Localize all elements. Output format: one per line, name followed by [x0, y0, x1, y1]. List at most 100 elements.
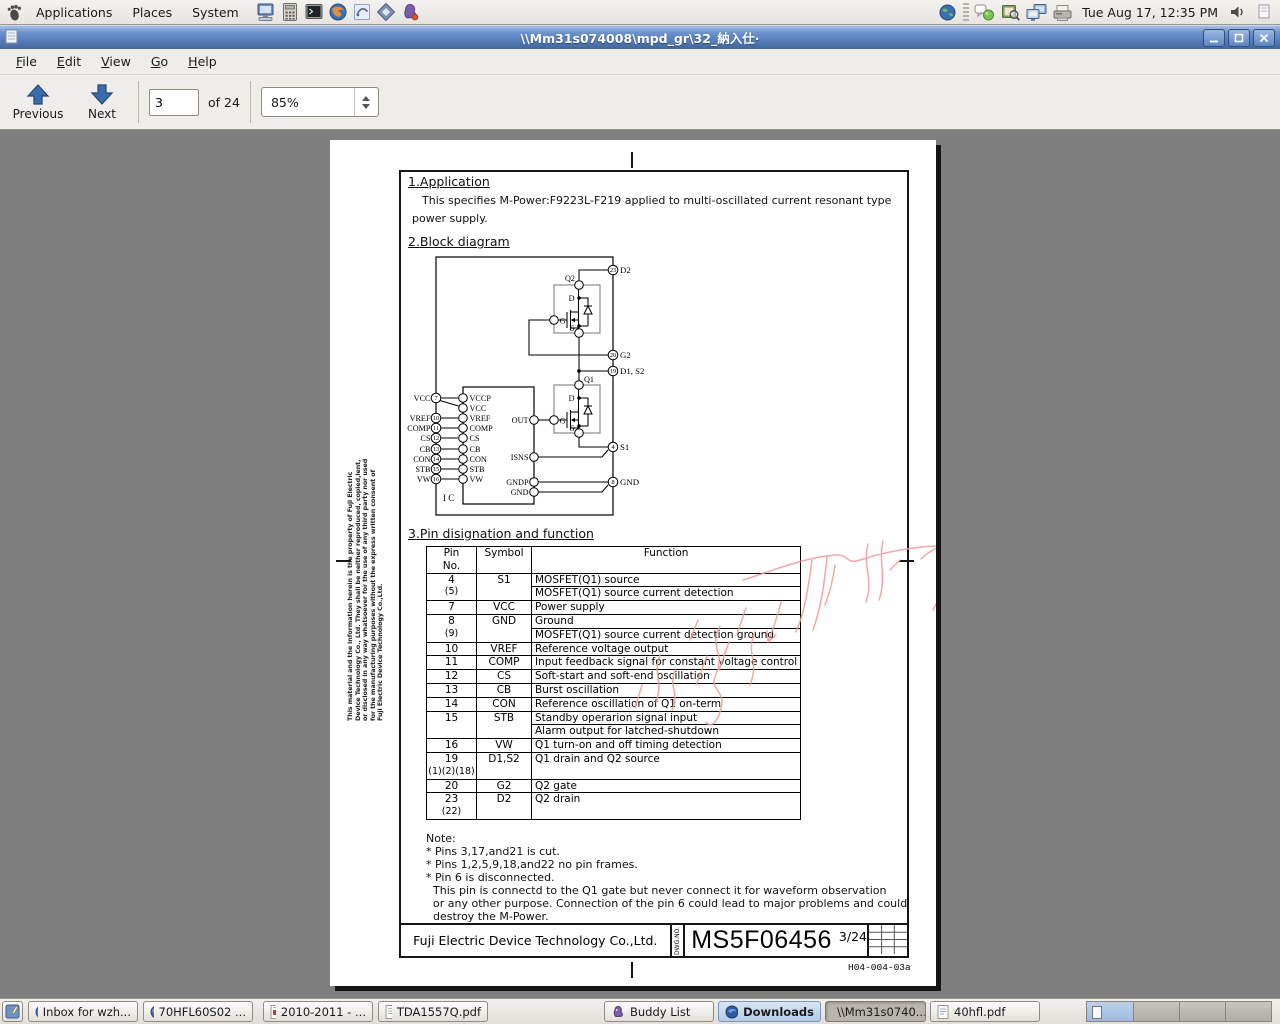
document-view[interactable]: This material and the information herein…: [0, 130, 1280, 998]
menu-edit[interactable]: Edit: [47, 50, 91, 73]
svg-text:CB: CB: [420, 445, 431, 454]
svg-text:GND: GND: [511, 488, 529, 497]
svg-text:COMP: COMP: [470, 424, 494, 433]
content-frame: 1.Application This specifies M-Power:F92…: [399, 170, 909, 958]
svg-text:CB: CB: [470, 445, 481, 454]
minimize-button[interactable]: [1203, 28, 1225, 47]
svg-text:16: 16: [433, 476, 439, 483]
table-row: 19 (1)(2)(18) D1,S2 Q1 drain and Q2 sourc…: [426, 751, 802, 780]
taskbar-item-buddy-list[interactable]: Buddy List: [604, 1001, 714, 1022]
previous-page-button[interactable]: Previous: [6, 77, 70, 127]
workspace-switcher[interactable]: [1086, 1001, 1272, 1022]
dual-display-tray-icon[interactable]: [1026, 2, 1047, 23]
computer-launcher-icon[interactable]: [256, 2, 277, 23]
pidgin-launcher-icon[interactable]: [400, 2, 421, 23]
taskbar-item-document[interactable]: 2010-2011 - ...: [263, 1001, 373, 1022]
svg-text:CON: CON: [470, 455, 487, 464]
svg-text:VREF: VREF: [410, 414, 431, 423]
addressbook-search-tray-icon[interactable]: [1000, 2, 1021, 23]
globe-tray-icon[interactable]: [937, 2, 958, 23]
menu-file[interactable]: File: [6, 50, 47, 73]
taskbar-item-inbox[interactable]: Inbox for wzh...: [28, 1001, 138, 1022]
show-desktop-button[interactable]: [2, 1001, 23, 1022]
taskbar-item-browser[interactable]: 70HFL60S02 ...: [143, 1001, 253, 1022]
workspace-1[interactable]: [1087, 1002, 1133, 1021]
section-3-title: 3.Pin disignation and function: [408, 526, 594, 541]
svg-text:STB: STB: [470, 465, 486, 474]
section-1-title: 1.Application: [408, 174, 490, 189]
taskbar-item-downloads[interactable]: Downloads: [718, 1001, 821, 1022]
table-row: 13 CB Burst oscillation: [426, 682, 802, 698]
maximize-button[interactable]: [1228, 28, 1250, 47]
dwg-no-label: DWG.NO.: [669, 925, 686, 956]
window-titlebar[interactable]: \\Mm31s074008\mpd_gr\32_納入仕·: [0, 25, 1280, 49]
spinner-up-icon[interactable]: [362, 95, 371, 101]
workspace-3[interactable]: [1179, 1002, 1225, 1021]
svg-text:14: 14: [433, 456, 439, 463]
mini-window: [1092, 1006, 1102, 1019]
menu-places[interactable]: Places: [123, 2, 181, 23]
svg-text:CS: CS: [470, 434, 480, 443]
zoom-select[interactable]: 85%: [260, 87, 379, 117]
svg-text:CON: CON: [413, 455, 430, 464]
sheet-number: 3/24: [838, 929, 867, 944]
crop-mark-top: [631, 152, 633, 168]
svg-text:D1, S2: D1, S2: [620, 366, 644, 376]
gnome-foot-icon[interactable]: [4, 2, 25, 23]
calculator-launcher-icon[interactable]: [280, 2, 301, 23]
browser-launcher-icon[interactable]: [328, 2, 349, 23]
table-row: 10 VREF Reference voltage output: [426, 641, 802, 657]
workspace-2[interactable]: [1133, 1002, 1179, 1021]
volume-tray-icon[interactable]: [1227, 2, 1248, 23]
writer-launcher-icon[interactable]: [352, 2, 373, 23]
next-page-button[interactable]: Next: [76, 77, 128, 127]
workspace-4[interactable]: [1225, 1002, 1271, 1021]
document-icon: [385, 1004, 392, 1019]
table-row: 15 STB Standby operarion signal input Ala…: [426, 710, 802, 740]
spinner-down-icon[interactable]: [362, 103, 371, 109]
terminal-launcher-icon[interactable]: [304, 2, 325, 23]
taskbar: Inbox for wzh... 70HFL60S02 ... 2010-201…: [0, 998, 1280, 1024]
printer-tray-icon[interactable]: [1052, 2, 1073, 23]
zoom-spinner[interactable]: [353, 88, 378, 116]
table-row: 8 (9) GND Ground MOSFET(Q1) source current…: [426, 613, 802, 643]
svg-text:Q2: Q2: [565, 274, 575, 283]
menu-view[interactable]: View: [91, 50, 141, 73]
notes-tray-icon[interactable]: [1253, 2, 1274, 23]
arrow-up-icon: [26, 83, 50, 105]
menu-go[interactable]: Go: [141, 50, 178, 73]
svg-text:D: D: [569, 394, 575, 403]
menu-help[interactable]: Help: [178, 50, 227, 73]
table-row: 20 G2 Q2 gate: [426, 778, 802, 794]
pidgin-icon: [613, 1005, 623, 1017]
tray-grip-handle[interactable]: [963, 3, 970, 21]
note-block: Note: * Pins 3,17,and21 is cut. * Pins 1…: [426, 832, 908, 923]
svg-text:ISNS: ISNS: [511, 453, 529, 462]
section-1-body: power supply.: [412, 212, 488, 225]
zoom-value: 85%: [270, 94, 299, 110]
svg-text:COMP: COMP: [407, 424, 431, 433]
svg-text:OUT: OUT: [512, 416, 529, 425]
close-button[interactable]: [1253, 28, 1275, 47]
taskbar-item-tda1557q[interactable]: TDA1557Q.pdf: [378, 1001, 488, 1022]
taskbar-item-40hfl[interactable]: 40hfl.pdf: [930, 1001, 1040, 1022]
svg-text:VCCP: VCCP: [470, 394, 492, 403]
table-row: 14 CON Reference oscillation of Q1 on-te…: [426, 696, 802, 712]
menu-system[interactable]: System: [183, 2, 248, 23]
toolbar-separator: [138, 81, 139, 123]
chat-status-tray-icon[interactable]: [974, 2, 995, 23]
table-header-row: Pin No. Symbol Function: [426, 546, 802, 574]
svg-text:VCC: VCC: [470, 404, 487, 413]
menu-applications[interactable]: Applications: [27, 2, 121, 23]
table-row: 4 (5) S1 MOSFET(Q1) source MOSFET(Q1) sour…: [426, 572, 802, 602]
svg-text:D: D: [569, 294, 575, 303]
browser-window-icon: [150, 1006, 154, 1017]
gnome-top-panel: Applications Places System Tue Aug 17, 1…: [0, 0, 1280, 25]
diamond-launcher-icon[interactable]: [376, 2, 397, 23]
page-number-input[interactable]: [149, 88, 199, 116]
panel-clock[interactable]: Tue Aug 17, 12:35 PM: [1078, 5, 1222, 20]
next-label: Next: [88, 106, 116, 121]
taskbar-item-pdf-viewer[interactable]: \\Mm31s0740...: [825, 1001, 926, 1022]
svg-text:VW: VW: [417, 475, 431, 484]
svg-text:GND: GND: [620, 477, 639, 487]
